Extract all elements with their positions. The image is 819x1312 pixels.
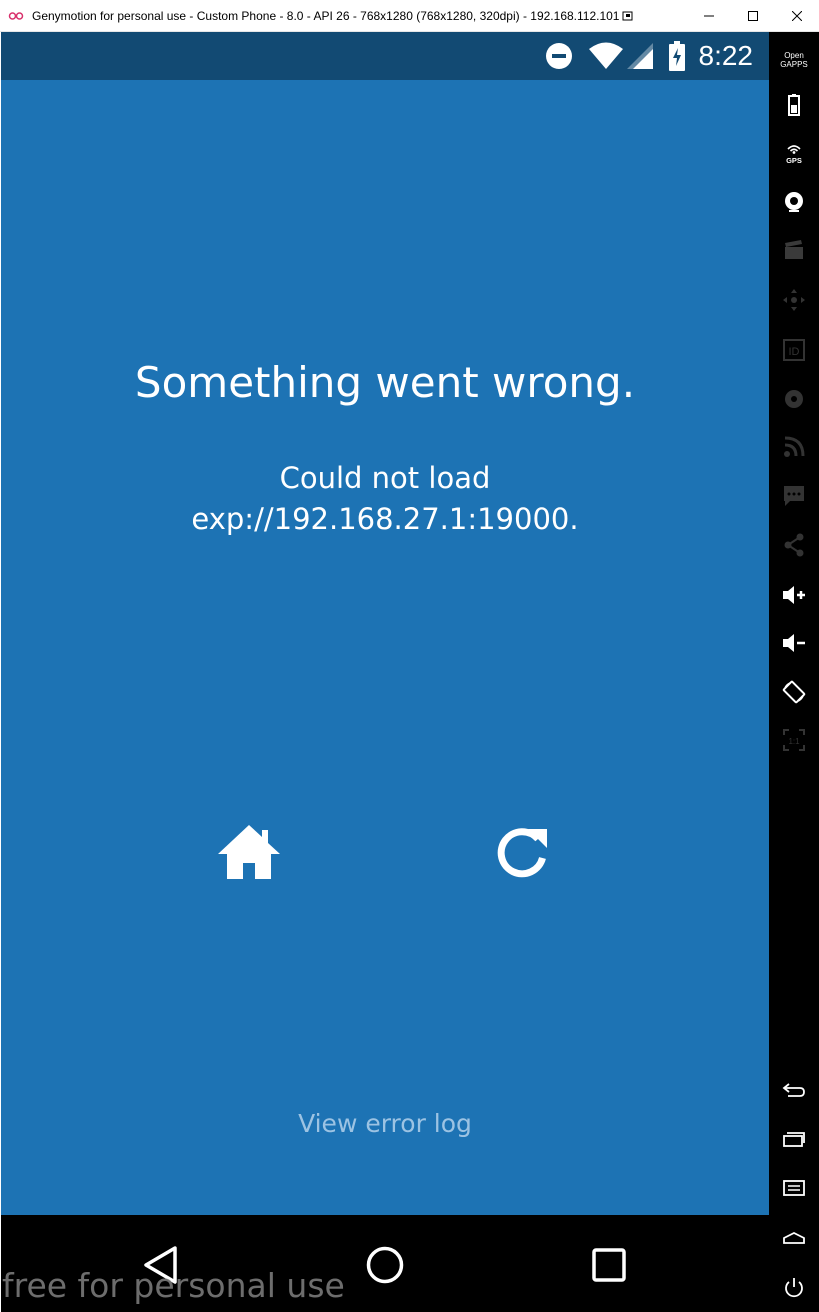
recents-icon xyxy=(592,1248,626,1282)
error-screen: Something went wrong. Could not load exp… xyxy=(1,80,769,1215)
disk-io-button[interactable] xyxy=(769,379,819,419)
pixel-perfect-button[interactable]: 1:1 xyxy=(769,720,819,760)
gps-label: GPS xyxy=(786,156,802,165)
genymotion-logo-icon xyxy=(8,11,28,21)
share-icon xyxy=(784,533,804,557)
home-tool-button[interactable] xyxy=(769,1218,819,1258)
window-title: Genymotion for personal use - Custom Pho… xyxy=(32,8,620,23)
network-icon xyxy=(784,436,805,457)
power-tool-button[interactable] xyxy=(769,1268,819,1308)
error-title: Something went wrong. xyxy=(134,358,636,407)
cell-signal-icon xyxy=(626,43,653,69)
window-titlebar: Genymotion for personal use - Custom Pho… xyxy=(0,0,819,32)
error-message: Could not load exp://192.168.27.1:19000. xyxy=(1,458,769,540)
nav-home-button[interactable] xyxy=(360,1240,410,1290)
id-icon: ID xyxy=(783,339,805,361)
close-button[interactable] xyxy=(775,0,819,31)
volume-down-icon xyxy=(783,634,805,652)
identifiers-button[interactable]: ID xyxy=(769,330,819,370)
device-settings-icon[interactable] xyxy=(616,0,640,31)
home-icon xyxy=(218,825,280,879)
error-message-line2: exp://192.168.27.1:19000. xyxy=(191,502,579,536)
network-button[interactable] xyxy=(769,427,819,467)
menu-tool-button[interactable] xyxy=(769,1168,819,1208)
remote-control-button[interactable] xyxy=(769,280,819,320)
pixel-ratio-label: 1:1 xyxy=(788,737,800,746)
reload-icon xyxy=(497,828,547,878)
volume-up-icon xyxy=(783,586,805,604)
maximize-button[interactable] xyxy=(731,0,775,31)
capture-tool-button[interactable] xyxy=(769,230,819,270)
android-nav-bar xyxy=(1,1215,769,1312)
webcam-icon xyxy=(785,192,803,212)
nav-recents-button[interactable] xyxy=(584,1240,634,1290)
error-message-line1: Could not load xyxy=(279,461,491,495)
home-outline-icon xyxy=(783,1231,805,1244)
gps-tool-button[interactable]: GPS xyxy=(769,133,819,173)
pixel-perfect-icon: 1:1 xyxy=(783,729,805,751)
rotate-icon xyxy=(782,680,806,704)
webcam-tool-button[interactable] xyxy=(769,182,819,222)
volume-up-button[interactable] xyxy=(769,575,819,615)
menu-icon xyxy=(783,1180,805,1196)
recent-apps-tool-button[interactable] xyxy=(769,1119,819,1159)
do-not-disturb-icon xyxy=(545,42,573,70)
opengapps-icon: Open GAPPS xyxy=(780,51,808,69)
message-icon xyxy=(784,486,804,506)
rotate-button[interactable] xyxy=(769,672,819,712)
nav-back-button[interactable] xyxy=(135,1240,185,1290)
back-arrow-icon xyxy=(782,1083,805,1097)
battery-tool-button[interactable] xyxy=(769,85,819,125)
dpad-icon xyxy=(783,289,805,311)
volume-down-button[interactable] xyxy=(769,623,819,663)
disk-icon xyxy=(785,390,803,408)
back-tool-button[interactable] xyxy=(769,1070,819,1110)
home-button[interactable] xyxy=(217,823,281,881)
reload-button[interactable] xyxy=(494,825,550,881)
genymotion-toolbar: Open GAPPS GPS ID 1:1 xyxy=(769,32,819,1312)
android-status-bar: 8:22 xyxy=(1,32,769,80)
status-clock: 8:22 xyxy=(698,40,754,71)
minimize-button[interactable] xyxy=(687,0,731,31)
home-circle-icon xyxy=(366,1246,404,1284)
back-icon xyxy=(144,1246,177,1284)
wifi-icon xyxy=(588,42,623,70)
clapperboard-icon xyxy=(785,240,803,259)
battery-charging-icon xyxy=(668,41,685,71)
recent-apps-icon xyxy=(783,1132,805,1147)
share-button[interactable] xyxy=(769,525,819,565)
battery-icon xyxy=(788,94,800,116)
view-error-log-link[interactable]: View error log xyxy=(1,1109,769,1138)
power-icon xyxy=(785,1278,803,1298)
id-label: ID xyxy=(789,346,800,358)
phone-sms-button[interactable] xyxy=(769,476,819,516)
opengapps-button[interactable]: Open GAPPS xyxy=(769,40,819,80)
gps-icon: GPS xyxy=(786,145,802,165)
